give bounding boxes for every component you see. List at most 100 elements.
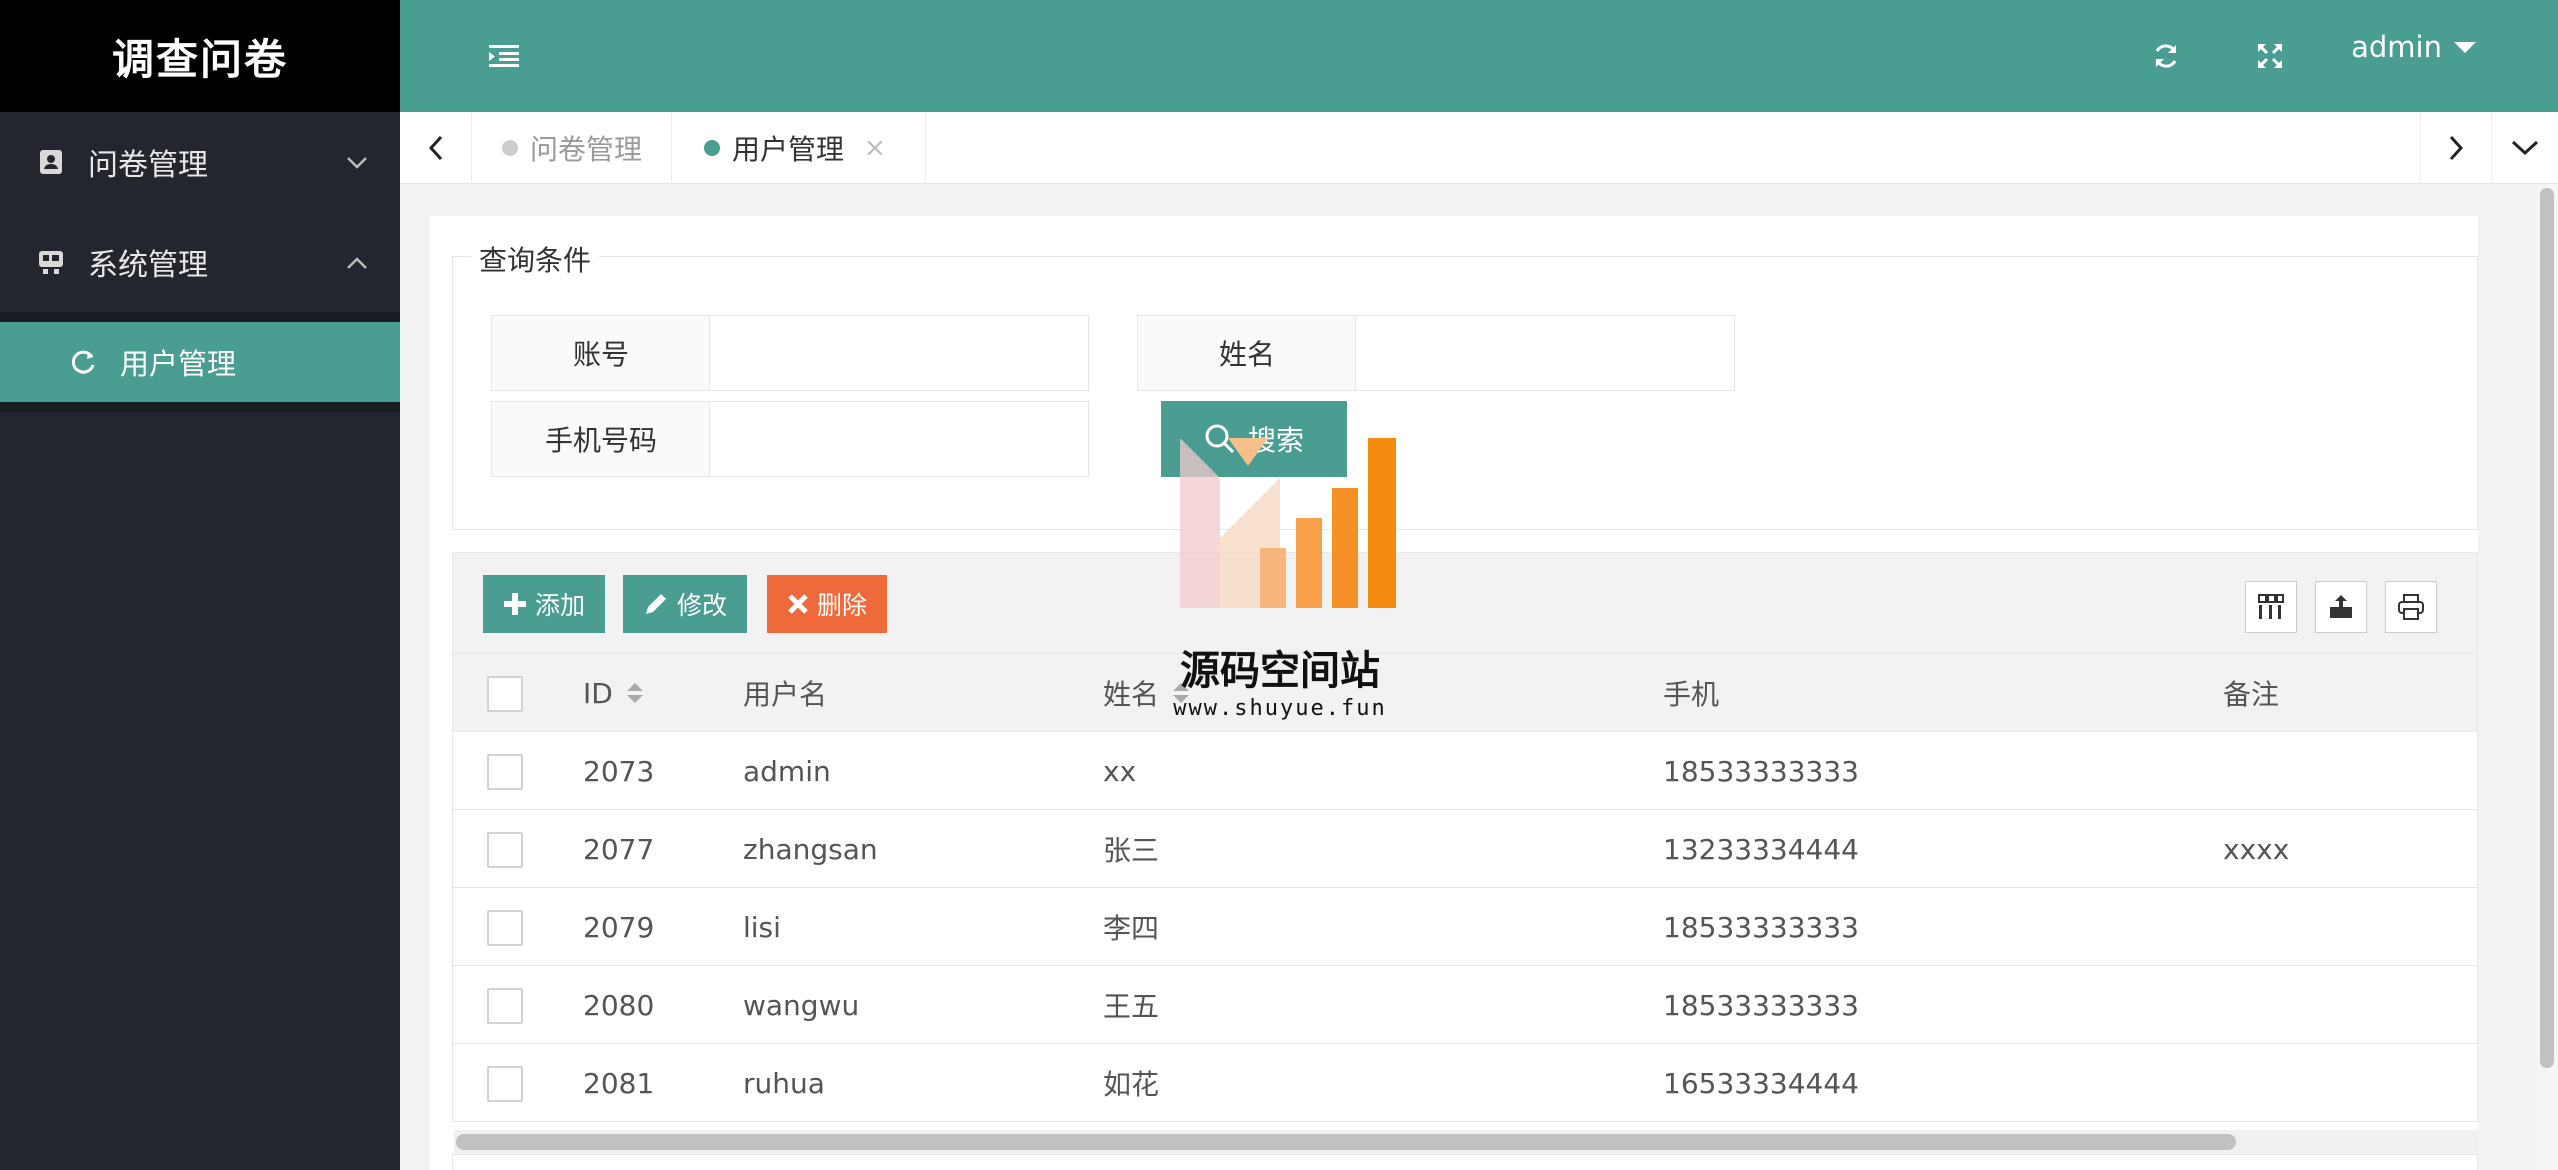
plus-icon xyxy=(503,592,527,616)
row-checkbox[interactable] xyxy=(487,1066,523,1102)
sidebar-item-survey-management[interactable]: 问卷管理 xyxy=(0,112,400,212)
cell-phone: 18533333333 xyxy=(1663,754,1859,788)
tab-scroll-left-button[interactable] xyxy=(400,112,472,184)
cell-name: 如花 xyxy=(1103,1068,1160,1101)
tab-scroll-right-button[interactable] xyxy=(2420,112,2492,184)
edit-button-label: 修改 xyxy=(677,592,728,620)
cell-id: 2073 xyxy=(583,754,655,788)
column-header-phone: 手机 xyxy=(1663,654,1719,732)
cell-name: 王五 xyxy=(1103,990,1160,1023)
account-input[interactable] xyxy=(709,315,1089,391)
row-checkbox[interactable] xyxy=(487,832,523,868)
chevron-up-icon xyxy=(344,250,370,276)
app-logo: 调查问卷 xyxy=(0,0,400,112)
user-menu[interactable]: admin xyxy=(2351,30,2476,64)
cell-username: lisi xyxy=(743,910,781,944)
add-button[interactable]: 添加 xyxy=(483,575,606,633)
column-header-label: 手机 xyxy=(1663,678,1720,711)
vertical-scrollbar[interactable] xyxy=(2536,184,2558,1170)
tab-label: 用户管理 xyxy=(732,133,845,166)
table-row[interactable]: 2079 lisi 李四 18533333333 xyxy=(452,888,2478,966)
refresh-circle-icon xyxy=(68,346,100,378)
column-header-label: 用户名 xyxy=(743,678,828,711)
table-row[interactable]: 2080 wangwu 王五 18533333333 xyxy=(452,966,2478,1044)
delete-button-label: 删除 xyxy=(817,592,868,620)
phone-label: 手机号码 xyxy=(491,401,711,477)
column-header-remark: 备注 xyxy=(2223,654,2279,732)
pagination-bar xyxy=(452,1154,2478,1170)
columns-filter-icon[interactable] xyxy=(2245,581,2297,633)
watermark-title: 源码空间站 xyxy=(1180,648,1380,694)
row-checkbox[interactable] xyxy=(487,988,523,1024)
table-row[interactable]: 2077 zhangsan 张三 13233334444 xxxx xyxy=(452,810,2478,888)
refresh-icon[interactable] xyxy=(2146,36,2186,76)
sidebar-item-label: 问卷管理 xyxy=(88,148,208,183)
scrollbar-thumb[interactable] xyxy=(2540,188,2554,1068)
query-fieldset: 查询条件 账号 姓名 手机号码 搜索 xyxy=(452,239,2478,530)
tab-menu-dropdown-button[interactable] xyxy=(2492,112,2558,184)
sidebar-item-label: 用户管理 xyxy=(120,347,237,381)
contacts-book-icon xyxy=(36,147,66,177)
chevron-down-icon xyxy=(344,150,370,176)
username: admin xyxy=(2351,30,2442,64)
select-all-checkbox[interactable] xyxy=(487,676,523,712)
table-header: ID 用户名 姓名 手机 备注 xyxy=(452,654,2478,732)
cell-name: 李四 xyxy=(1103,912,1160,945)
sidebar: 调查问卷 问卷管理 系统管理 用户管理 xyxy=(0,0,400,1170)
tab-survey-management[interactable]: 问卷管理 xyxy=(472,112,672,184)
column-header-id[interactable]: ID xyxy=(583,654,643,732)
close-icon[interactable]: × xyxy=(864,133,886,163)
caret-down-icon xyxy=(2454,41,2476,53)
add-button-label: 添加 xyxy=(535,592,586,620)
phone-input[interactable] xyxy=(709,401,1089,477)
indent-icon[interactable] xyxy=(484,36,524,76)
sidebar-item-user-management[interactable]: 用户管理 xyxy=(0,322,400,402)
cell-id: 2080 xyxy=(583,988,655,1022)
close-x-icon xyxy=(787,593,809,615)
cell-name: 张三 xyxy=(1103,834,1160,867)
table-toolbar: 添加 修改 删除 xyxy=(452,552,2478,654)
main-content: 查询条件 账号 姓名 手机号码 搜索 添加 修改 删除 ID 用户名 姓名 手机… xyxy=(430,216,2478,1170)
sidebar-item-system-management[interactable]: 系统管理 xyxy=(0,212,400,312)
tab-status-dot xyxy=(704,140,720,156)
cell-name: xx xyxy=(1103,754,1137,788)
cell-username: zhangsan xyxy=(743,832,878,866)
account-label: 账号 xyxy=(491,315,711,391)
export-icon[interactable] xyxy=(2315,581,2367,633)
tab-label: 问卷管理 xyxy=(530,133,643,166)
fullscreen-icon[interactable] xyxy=(2250,36,2290,76)
cell-username: wangwu xyxy=(743,988,860,1022)
horizontal-scrollbar[interactable] xyxy=(454,1130,2478,1154)
table-row[interactable]: 2081 ruhua 如花 16533334444 xyxy=(452,1044,2478,1122)
watermark-url: www.shuyue.fun xyxy=(1173,696,1387,721)
column-header-label: 备注 xyxy=(2223,678,2280,711)
cell-phone: 18533333333 xyxy=(1663,910,1859,944)
cell-phone: 18533333333 xyxy=(1663,988,1859,1022)
cell-id: 2077 xyxy=(583,832,655,866)
watermark-logo-icon xyxy=(1180,438,1396,608)
tab-user-management[interactable]: 用户管理 × xyxy=(672,112,926,184)
system-gear-icon xyxy=(36,247,66,277)
pencil-icon xyxy=(643,591,669,617)
top-header: admin xyxy=(400,0,2558,112)
tab-bar: 问卷管理 用户管理 × xyxy=(400,112,2558,184)
sort-icon[interactable] xyxy=(626,683,643,703)
name-input[interactable] xyxy=(1355,315,1735,391)
column-header-username: 用户名 xyxy=(743,654,827,732)
cell-remark: xxxx xyxy=(2223,832,2290,866)
cell-phone: 16533334444 xyxy=(1663,1066,1859,1100)
table-row[interactable]: 2073 admin xx 18533333333 xyxy=(452,732,2478,810)
delete-button[interactable]: 删除 xyxy=(767,575,888,633)
watermark: 源码空间站 www.shuyue.fun xyxy=(1160,438,1400,728)
print-icon[interactable] xyxy=(2385,581,2437,633)
row-checkbox[interactable] xyxy=(487,754,523,790)
cell-id: 2081 xyxy=(583,1066,655,1100)
row-checkbox[interactable] xyxy=(487,910,523,946)
sidebar-item-label: 系统管理 xyxy=(88,248,208,283)
scrollbar-thumb[interactable] xyxy=(456,1134,2236,1150)
cell-id: 2079 xyxy=(583,910,655,944)
query-legend: 查询条件 xyxy=(471,239,600,279)
cell-phone: 13233334444 xyxy=(1663,832,1859,866)
edit-button[interactable]: 修改 xyxy=(623,575,748,633)
cell-username: ruhua xyxy=(743,1066,825,1100)
